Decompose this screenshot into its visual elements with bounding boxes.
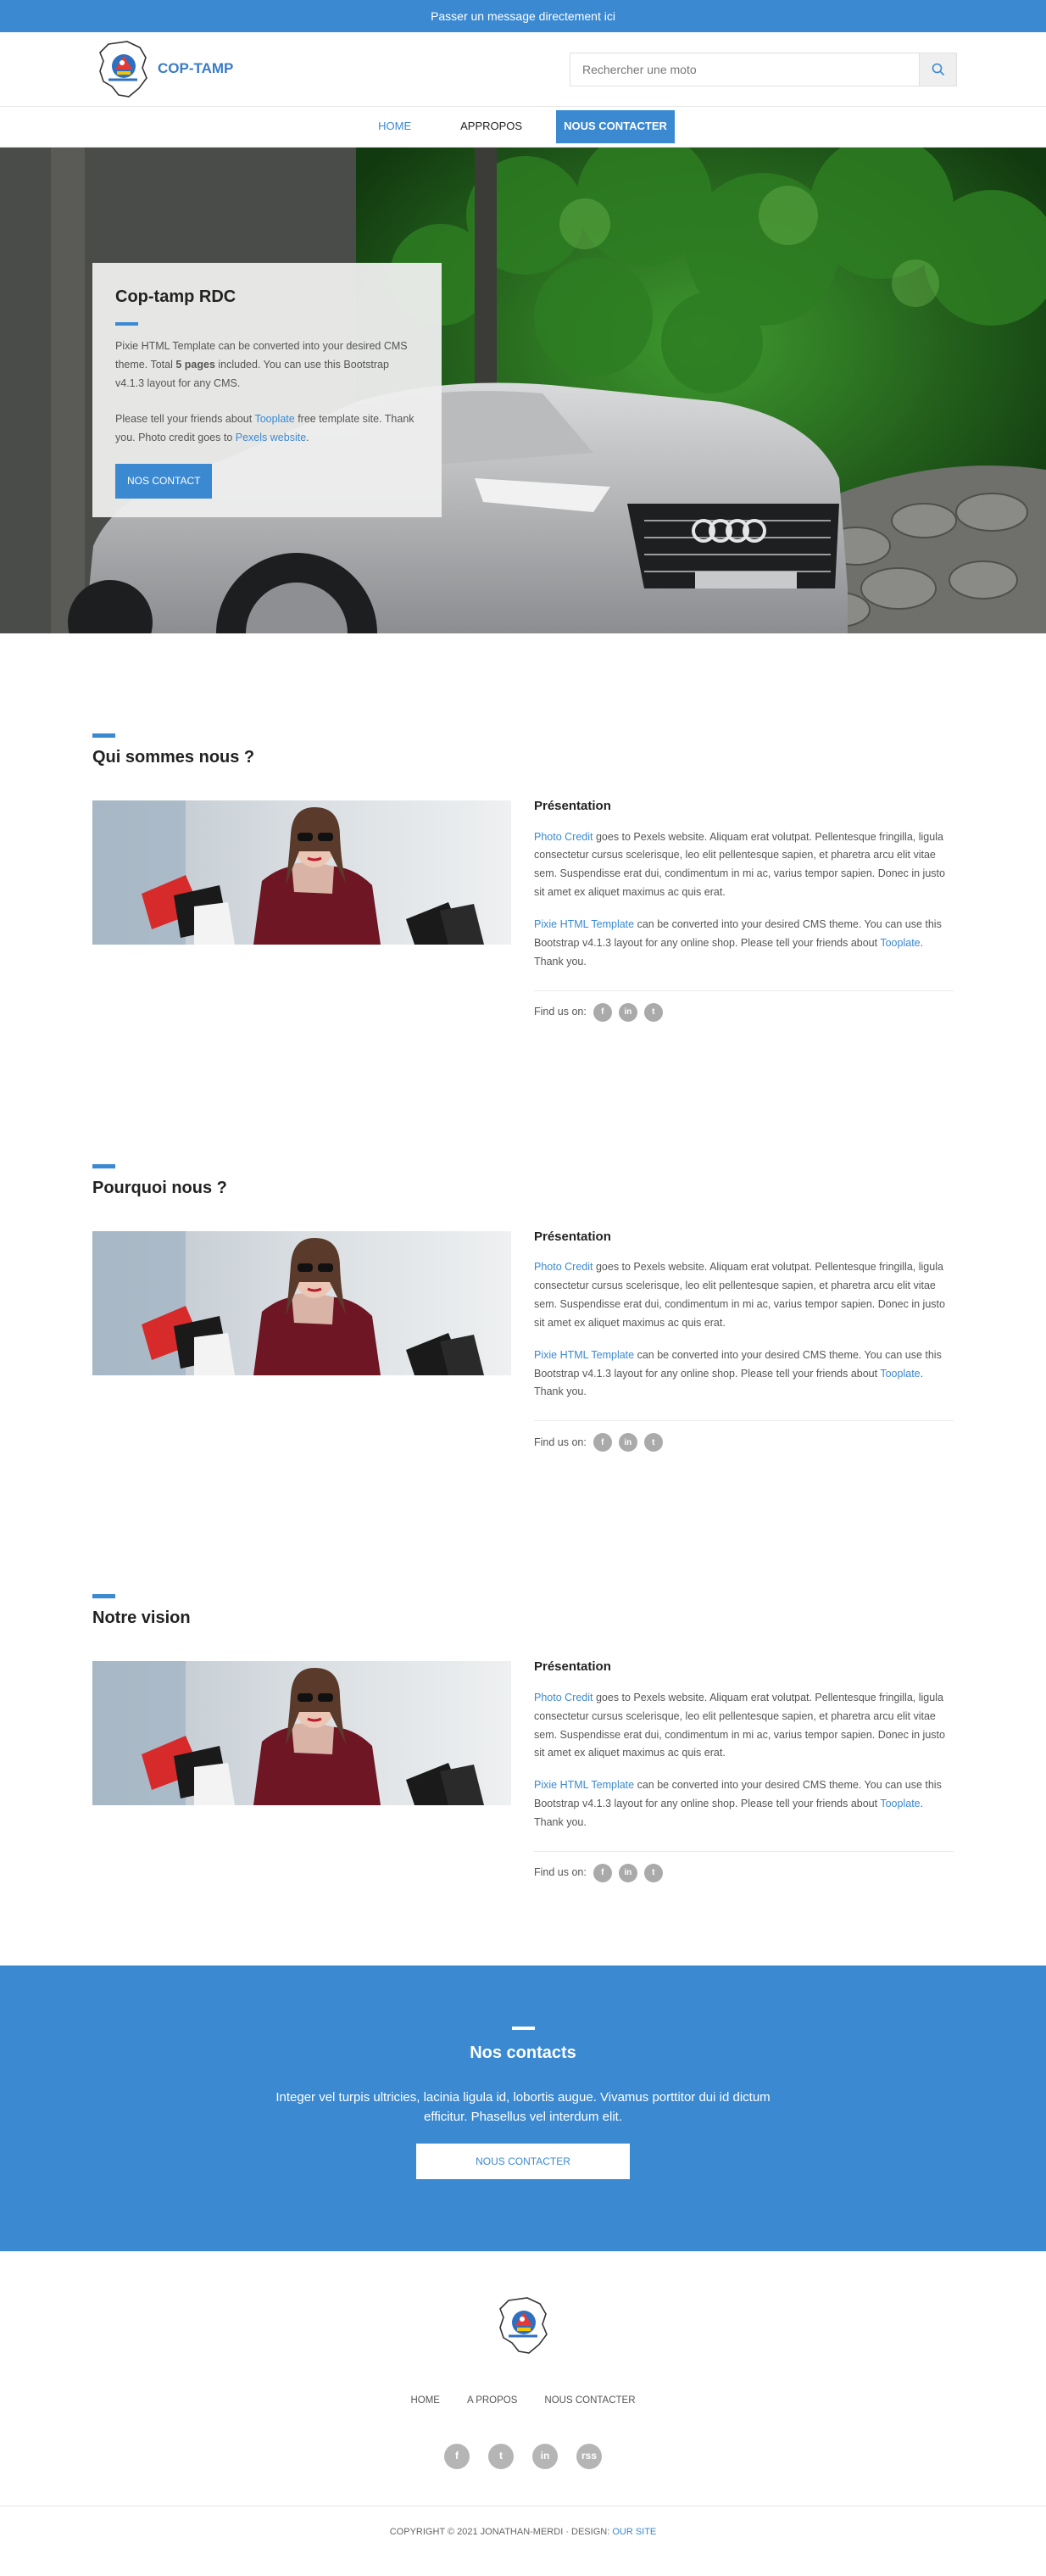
- pexels-link[interactable]: Pexels website: [236, 432, 306, 443]
- brand-name[interactable]: COP-TAMP: [158, 57, 233, 81]
- find-us-row: Find us on: f in t: [534, 1002, 954, 1022]
- facebook-icon[interactable]: f: [593, 1002, 612, 1022]
- twitter-icon[interactable]: t: [488, 2443, 514, 2469]
- photo-credit-link[interactable]: Photo Credit: [534, 1692, 593, 1703]
- search-button[interactable]: [919, 52, 957, 86]
- footer-social: f t in rss: [0, 2443, 1046, 2469]
- twitter-icon[interactable]: t: [643, 1002, 663, 1022]
- section-row: Présentation Photo Credit goes to Pexels…: [92, 799, 954, 1022]
- tooplate-link[interactable]: Tooplate: [880, 937, 920, 949]
- linkedin-icon[interactable]: in: [618, 1433, 637, 1452]
- find-us-label: Find us on:: [534, 1866, 587, 1879]
- footer-logo-icon[interactable]: [493, 2295, 553, 2356]
- photo-credit-link[interactable]: Photo Credit: [534, 1261, 593, 1273]
- twitter-icon[interactable]: t: [643, 1863, 663, 1882]
- linkedin-icon[interactable]: in: [532, 2443, 558, 2469]
- tooplate-link[interactable]: Tooplate: [880, 1368, 920, 1380]
- twitter-icon[interactable]: t: [643, 1433, 663, 1452]
- announcement-bar[interactable]: Passer un message directement ici: [0, 0, 1046, 32]
- hero-title: Cop-tamp RDC: [115, 287, 236, 306]
- section-title: Notre vision: [92, 1609, 191, 1628]
- fashion-photo: [92, 800, 511, 945]
- section-text: Présentation Photo Credit goes to Pexels…: [534, 1229, 954, 1452]
- announcement-text[interactable]: Passer un message directement ici: [431, 9, 615, 23]
- main-nav: HOME APPROPOS NOUS CONTACTER: [0, 107, 1046, 148]
- section-subtitle: Présentation: [534, 1229, 611, 1244]
- logo-icon: [99, 40, 147, 98]
- find-us-label: Find us on:: [534, 1006, 587, 1018]
- section-paragraph-2: Pixie HTML Template can be converted int…: [534, 1348, 942, 1398]
- content-section: Pourquoi nous ? Présentation Photo Credi…: [0, 1163, 1046, 1452]
- pixie-template-link[interactable]: Pixie HTML Template: [534, 1779, 634, 1791]
- section-photo: [92, 1661, 511, 1806]
- tooplate-link[interactable]: Tooplate: [254, 413, 294, 425]
- hero-banner: Cop-tamp RDC Pixie HTML Template can be …: [0, 148, 1046, 633]
- hero-card: Cop-tamp RDC Pixie HTML Template can be …: [92, 263, 442, 517]
- copyright: COPYRIGHT © 2021 JONATHAN-MERDI · DESIGN…: [0, 2505, 1046, 2556]
- photo-credit-link[interactable]: Photo Credit: [534, 831, 593, 843]
- find-us-row: Find us on: f in t: [534, 1863, 954, 1882]
- content-section: Notre vision Présentation Photo Credit g…: [0, 1594, 1046, 1882]
- section-paragraph-1: Photo Credit goes to Pexels website. Ali…: [534, 1261, 945, 1329]
- section-subtitle: Présentation: [534, 1659, 611, 1675]
- accent-bar: [115, 322, 138, 326]
- contact-button[interactable]: NOUS CONTACTER: [416, 2144, 630, 2180]
- brand[interactable]: COP-TAMP: [93, 39, 233, 100]
- linkedin-icon[interactable]: in: [618, 1002, 637, 1022]
- footer-nav-contact[interactable]: NOUS CONTACTER: [544, 2393, 635, 2410]
- our-site-link[interactable]: OUR SITE: [612, 2527, 656, 2537]
- section-photo: [92, 1230, 511, 1375]
- find-us-label: Find us on:: [534, 1436, 587, 1448]
- search-bar: [570, 52, 957, 86]
- facebook-icon[interactable]: f: [444, 2443, 470, 2469]
- divider: [534, 990, 954, 991]
- facebook-icon[interactable]: f: [593, 1863, 612, 1882]
- section-paragraph-1: Photo Credit goes to Pexels website. Ali…: [534, 830, 945, 899]
- section-title: Pourquoi nous ?: [92, 1178, 227, 1197]
- rss-icon[interactable]: rss: [576, 2443, 602, 2469]
- site-header: COP-TAMP: [0, 32, 1046, 107]
- fashion-photo: [92, 1661, 511, 1806]
- section-title: Qui sommes nous ?: [92, 748, 255, 767]
- section-paragraph-2: Pixie HTML Template can be converted int…: [534, 1779, 942, 1828]
- footer-nav-home[interactable]: HOME: [410, 2393, 440, 2410]
- footer-nav: HOME A PROPOS NOUS CONTACTER: [0, 2393, 1046, 2410]
- contact-band: Nos contacts Integer vel turpis ultricie…: [0, 1965, 1046, 2251]
- footer-nav-apropos[interactable]: A PROPOS: [467, 2393, 517, 2410]
- find-us-row: Find us on: f in t: [534, 1433, 954, 1452]
- pixie-template-link[interactable]: Pixie HTML Template: [534, 918, 634, 930]
- hero-paragraph-1: Pixie HTML Template can be converted int…: [115, 340, 408, 389]
- contact-text: Integer vel turpis ultricies, lacinia li…: [275, 2089, 771, 2125]
- accent-bar: [92, 733, 115, 738]
- nav-item-appropos[interactable]: APPROPOS: [453, 111, 529, 142]
- divider: [534, 1420, 954, 1422]
- section-subtitle: Présentation: [534, 799, 611, 813]
- accent-bar: [92, 1594, 115, 1599]
- accent-bar: [92, 1163, 115, 1168]
- divider: [534, 1850, 954, 1852]
- section-paragraph-1: Photo Credit goes to Pexels website. Ali…: [534, 1691, 945, 1759]
- linkedin-icon[interactable]: in: [618, 1863, 637, 1882]
- contact-title: Nos contacts: [470, 2043, 576, 2062]
- section-text: Présentation Photo Credit goes to Pexels…: [534, 799, 954, 1022]
- accent-bar: [511, 2026, 535, 2030]
- search-icon: [932, 63, 944, 75]
- nav-item-home[interactable]: HOME: [371, 111, 418, 142]
- section-row: Présentation Photo Credit goes to Pexels…: [92, 1659, 954, 1882]
- content-section: Qui sommes nous ? Présentation Photo Cre…: [0, 733, 1046, 1022]
- section-photo: [92, 800, 511, 945]
- hero-contact-button[interactable]: NOS CONTACT: [115, 464, 213, 499]
- hero-paragraph-2: Please tell your friends about Tooplate …: [115, 412, 415, 443]
- facebook-icon[interactable]: f: [593, 1433, 612, 1452]
- nav-item-contact[interactable]: NOUS CONTACTER: [556, 110, 675, 143]
- section-text: Présentation Photo Credit goes to Pexels…: [534, 1659, 954, 1882]
- section-row: Présentation Photo Credit goes to Pexels…: [92, 1229, 954, 1452]
- section-paragraph-2: Pixie HTML Template can be converted int…: [534, 918, 942, 967]
- fashion-photo: [92, 1230, 511, 1375]
- pixie-template-link[interactable]: Pixie HTML Template: [534, 1349, 634, 1361]
- search-input[interactable]: [570, 52, 919, 86]
- tooplate-link[interactable]: Tooplate: [880, 1798, 920, 1809]
- site-footer: HOME A PROPOS NOUS CONTACTER f t in rss …: [0, 2251, 1046, 2556]
